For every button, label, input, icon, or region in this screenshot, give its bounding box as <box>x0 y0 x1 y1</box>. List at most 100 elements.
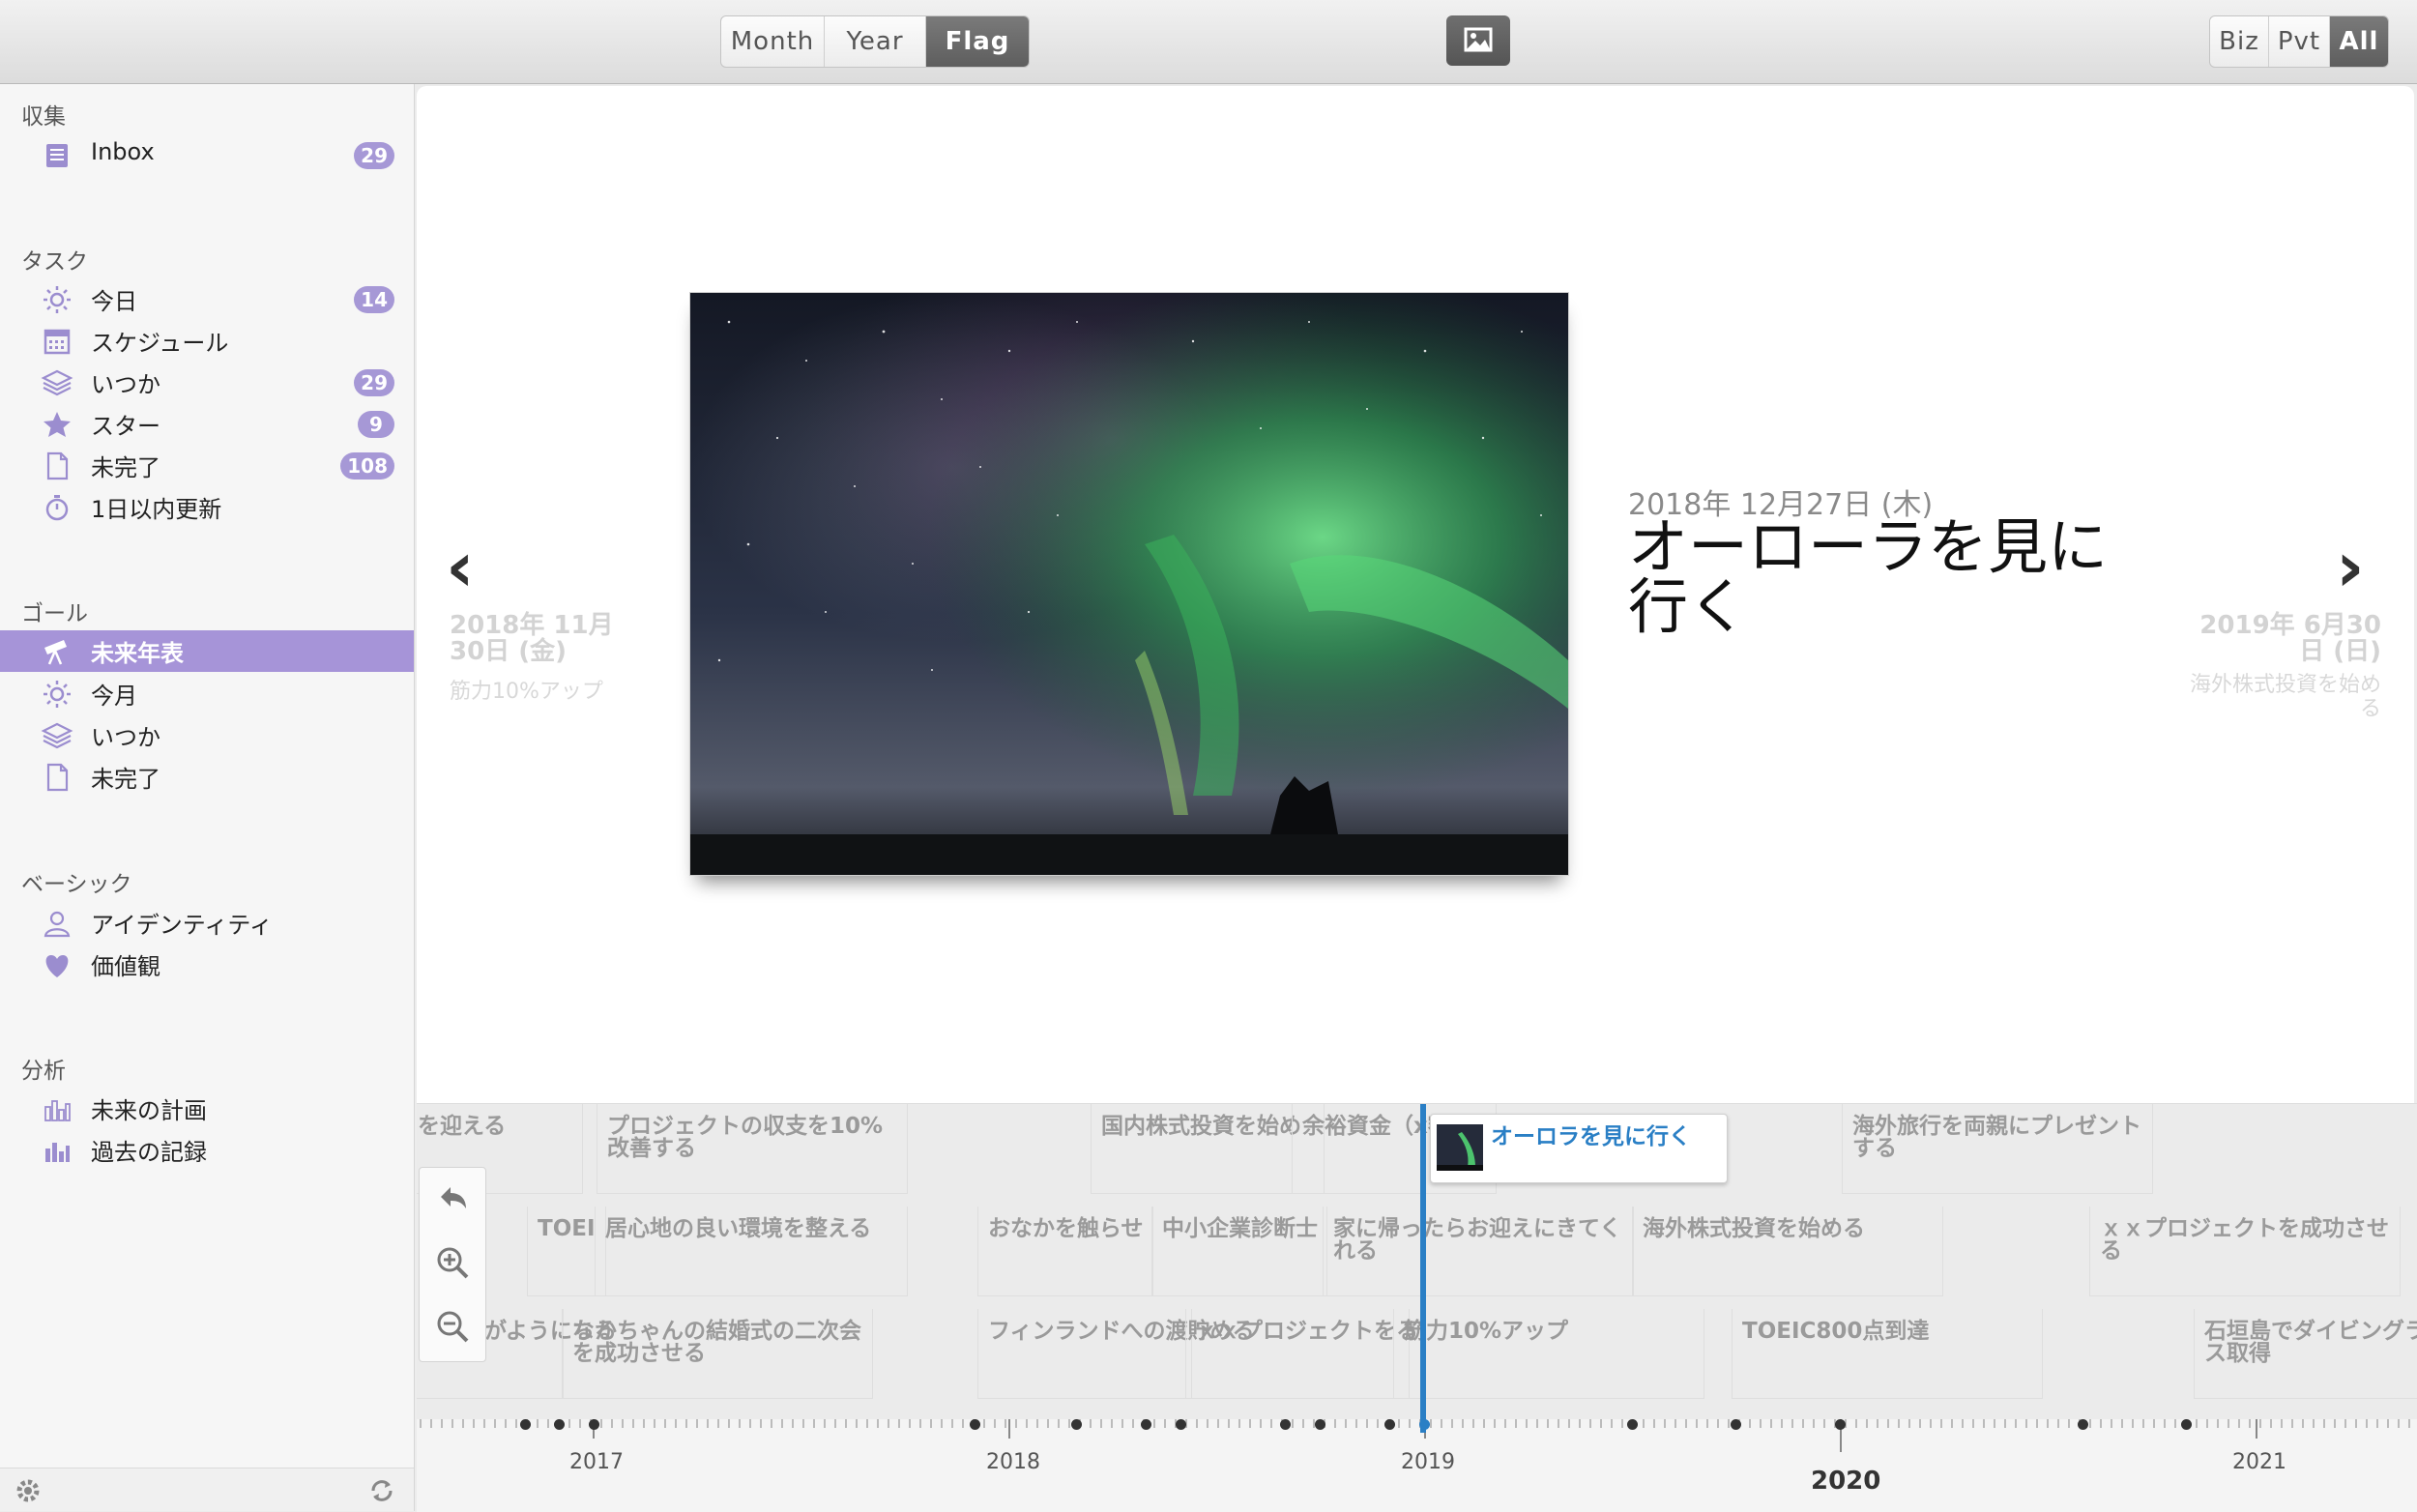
timeline-event-selected[interactable]: オーロラを見に行く <box>1430 1114 1728 1183</box>
sidebar-item-goal-someday[interactable]: いつか <box>0 714 414 756</box>
timeline-event[interactable]: プロジェクトの収支を10%改善する <box>597 1104 908 1194</box>
sidebar-item-label: 今日 <box>91 288 137 315</box>
count-badge: 29 <box>354 369 394 396</box>
timeline-marker[interactable] <box>1384 1419 1395 1430</box>
back-icon[interactable] <box>433 1179 472 1218</box>
star-icon <box>44 412 71 437</box>
timeline-event[interactable]: おなかを触らせ <box>977 1207 1153 1296</box>
timeline-marker[interactable] <box>554 1419 565 1430</box>
timeline-marker[interactable] <box>1315 1419 1325 1430</box>
sidebar-item-label: 未来年表 <box>91 640 184 667</box>
sidebar-item-label: 未完了 <box>91 454 160 481</box>
count-badge: 9 <box>358 411 394 438</box>
timeline-marker[interactable] <box>2078 1419 2088 1430</box>
biz-filter-button[interactable]: Biz <box>2210 16 2269 67</box>
year-label: 2018 <box>986 1450 1040 1474</box>
pvt-filter-button[interactable]: Pvt <box>2269 16 2330 67</box>
sync-icon[interactable] <box>367 1476 396 1505</box>
zoom-out-icon[interactable] <box>433 1307 472 1346</box>
sun-icon <box>44 286 71 313</box>
sidebar-item-label: アイデンティティ <box>91 912 273 939</box>
timeline-marker[interactable] <box>1835 1419 1846 1430</box>
sidebar-item-schedule[interactable]: スケジュール <box>0 320 414 362</box>
view-segmented-control: Month Year Flag <box>720 15 1030 68</box>
timeline-event[interactable]: ｘｘプロジェクトをる <box>1185 1309 1418 1399</box>
timeline-tools <box>419 1167 486 1362</box>
year-view-button[interactable]: Year <box>825 16 926 67</box>
timeline-marker[interactable] <box>1071 1419 1082 1430</box>
timeline-marker[interactable] <box>589 1419 599 1430</box>
timeline-event[interactable]: 中小企業診断士 <box>1151 1207 1327 1296</box>
count-badge: 14 <box>354 286 394 313</box>
section-goals: ゴール <box>21 601 88 626</box>
month-view-button[interactable]: Month <box>721 16 825 67</box>
sidebar-item-label: 価値観 <box>91 953 160 980</box>
sidebar-item-label: スター <box>91 413 160 440</box>
flag-view-button[interactable]: Flag <box>926 16 1029 67</box>
heart-icon <box>45 955 69 977</box>
timeline-marker[interactable] <box>2181 1419 2192 1430</box>
sidebar-item-label: いつか <box>91 371 160 398</box>
sidebar-item-today[interactable]: 今日 14 <box>0 278 414 320</box>
timeline-marker[interactable] <box>1141 1419 1151 1430</box>
year-label: 2021 <box>2232 1450 2286 1474</box>
sidebar-item-label: 未来の計画 <box>91 1097 207 1124</box>
zoom-in-icon[interactable] <box>433 1243 472 1282</box>
timeline-marker[interactable] <box>520 1419 531 1430</box>
section-analysis: 分析 <box>21 1059 66 1084</box>
sidebar-item-future-timeline[interactable]: 未来年表 <box>0 630 414 672</box>
image-toggle-button[interactable] <box>1446 15 1510 66</box>
all-filter-button[interactable]: All <box>2330 16 2388 67</box>
timeline-event[interactable]: 海外株式投資を始める <box>1632 1207 1943 1296</box>
section-tasks: タスク <box>21 249 88 275</box>
sidebar-item-label: いつか <box>91 724 160 751</box>
timeline-event[interactable]: 国内株式投資を始め <box>1091 1104 1325 1194</box>
sidebar-item-star[interactable]: スター 9 <box>0 403 414 445</box>
toolbar: Month Year Flag Biz Pvt All <box>0 0 2417 84</box>
previous-flag-title[interactable]: 筋力10%アップ <box>450 674 603 705</box>
sidebar-item-label: 過去の記録 <box>91 1139 207 1166</box>
next-flag-button[interactable]: › <box>2336 526 2365 607</box>
timeline-event[interactable]: 居心地の良い環境を整える <box>595 1207 908 1296</box>
timeline-marker[interactable] <box>1280 1419 1291 1430</box>
sun-icon <box>44 681 71 708</box>
gear-icon[interactable] <box>14 1476 43 1505</box>
layers-icon <box>41 369 73 396</box>
next-flag-title[interactable]: 海外株式投資を始める <box>2188 673 2381 721</box>
sidebar-item-someday[interactable]: いつか 29 <box>0 362 414 403</box>
sidebar-item-future-plans[interactable]: 未来の計画 <box>0 1088 414 1129</box>
timeline-event[interactable]: 家に帰ったらお迎えにきてくれる <box>1323 1207 1634 1296</box>
timeline-event[interactable]: ｘｘプロジェクトを成功させる <box>2089 1207 2401 1296</box>
year-label: 2019 <box>1401 1450 1455 1474</box>
sidebar-item-recent[interactable]: 1日以内更新 <box>0 486 414 528</box>
timeline[interactable]: を迎える プロジェクトの収支を10%改善する 国内株式投資を始め 余裕資金（x額… <box>417 1103 2417 1512</box>
timeline-current-indicator[interactable] <box>1420 1104 1426 1433</box>
timeline-marker[interactable] <box>1627 1419 1638 1430</box>
timeline-marker[interactable] <box>970 1419 980 1430</box>
timeline-event[interactable]: 石垣島でダイビングライセンス取得 <box>2194 1309 2417 1399</box>
previous-flag-button[interactable]: ‹ <box>446 526 475 607</box>
timeline-event[interactable]: ちかちゃんの結婚式の二次会を成功させる <box>562 1309 873 1399</box>
timeline-marker[interactable] <box>1176 1419 1186 1430</box>
previous-flag-date[interactable]: 2018年 11月30日 (金) <box>450 613 643 665</box>
timeline-event[interactable]: フィンランドへの渡貯める <box>977 1309 1255 1399</box>
telescope-icon <box>44 640 67 665</box>
sidebar-item-this-month[interactable]: 今月 <box>0 673 414 714</box>
sidebar-item-inbox[interactable]: Inbox 29 <box>0 134 414 176</box>
timeline-event[interactable]: TOEIC800点到達 <box>1732 1309 2043 1399</box>
section-collect: 収集 <box>21 104 66 130</box>
sidebar-item-label: 1日以内更新 <box>91 496 222 523</box>
sidebar-item-past-records[interactable]: 過去の記録 <box>0 1129 414 1171</box>
sidebar-item-goal-incomplete[interactable]: 未完了 <box>0 756 414 798</box>
timeline-event[interactable]: 筋力10%アップ <box>1393 1309 1704 1399</box>
inbox-icon <box>46 144 68 167</box>
sidebar-item-values[interactable]: 価値観 <box>0 944 414 985</box>
timeline-event[interactable]: 海外旅行を両親にプレゼントする <box>1842 1104 2153 1194</box>
sidebar-item-label: 今月 <box>91 683 137 710</box>
sidebar-item-identity[interactable]: アイデンティティ <box>0 902 414 944</box>
next-flag-date[interactable]: 2019年 6月30日 (日) <box>2188 613 2381 665</box>
sidebar-item-incomplete[interactable]: 未完了 108 <box>0 445 414 486</box>
timeline-marker[interactable] <box>1731 1419 1741 1430</box>
bar-chart-outline-icon <box>44 1100 71 1121</box>
section-basics: ベーシック <box>21 872 132 897</box>
